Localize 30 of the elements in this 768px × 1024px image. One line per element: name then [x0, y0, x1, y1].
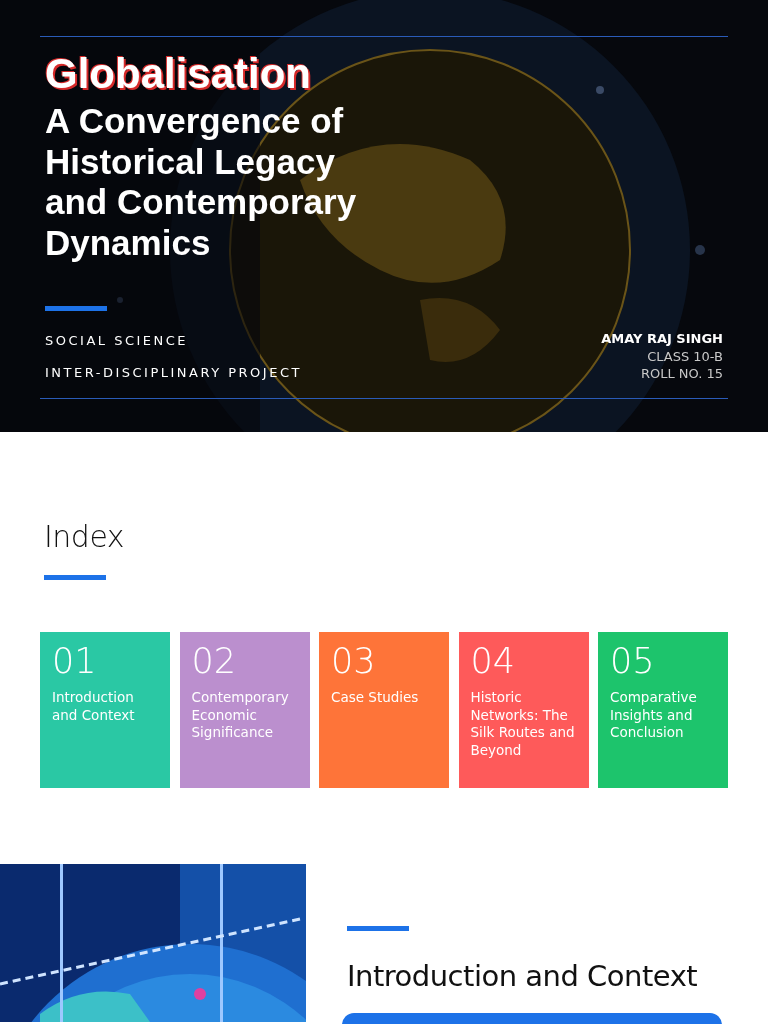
author-name: AMAY RAJ SINGH [601, 330, 723, 349]
card-label: Introduction and Context [52, 689, 136, 724]
card-label: Case Studies [331, 689, 420, 707]
card-label: Comparative Insights and Conclusion [610, 689, 698, 742]
card-number: 04 [470, 640, 516, 682]
card-number: 05 [610, 640, 655, 682]
index-card[interactable]: 05 Comparative Insights and Conclusion [598, 632, 728, 788]
student-detail: CLASS 10-B [647, 348, 723, 366]
accent-bar [347, 926, 409, 931]
index-card[interactable]: 02 Contemporary Economic Significance [179, 632, 310, 788]
accent-bar [44, 575, 106, 580]
card-label: Historic Networks: The Silk Routes and Beyond [470, 689, 576, 759]
index-card[interactable]: 01 Introduction and Context [40, 632, 170, 788]
card-label: Contemporary Economic Significance [191, 689, 290, 742]
index-card[interactable]: 04 Historic Networks: The Silk Routes and Beyond [458, 632, 589, 788]
section-heading: Index [44, 518, 125, 556]
subject-label: SOCIAL SCIENCE [45, 332, 190, 351]
subtitle-line: A Convergence of [45, 101, 345, 142]
subtitle-line: Historical Legacy [45, 141, 336, 183]
student-detail: ROLL NO. 15 [640, 365, 723, 383]
accent-bar [45, 306, 107, 312]
card-number: 03 [331, 640, 376, 682]
card-number: 01 [52, 640, 97, 682]
index-card[interactable]: 03 Case Studies [319, 632, 449, 788]
subtitle-line: and Contemporary [45, 182, 358, 223]
card-number: 02 [191, 640, 237, 682]
title: Globalisation [45, 51, 313, 98]
subtitle-line: Dynamics [45, 222, 212, 264]
subject-label: INTER-DISCIPLINARY PROJECT [45, 363, 302, 382]
section-heading: Introduction and Context [347, 958, 699, 995]
